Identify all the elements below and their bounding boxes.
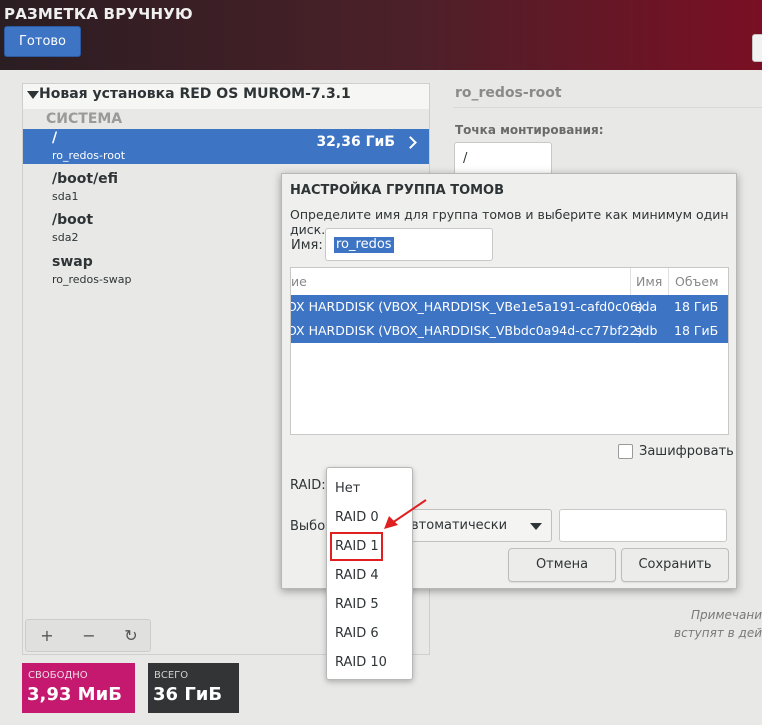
raid-label: RAID: — [290, 478, 326, 493]
disk-name: sda — [635, 299, 658, 314]
mount-name: / — [52, 130, 58, 146]
mount-size: 32,36 ГиБ — [316, 134, 395, 150]
mount-toolbar: + − ↻ — [25, 619, 151, 652]
raid-option-none[interactable]: Нет — [335, 481, 360, 496]
mount-point-label: Точка монтирования: — [455, 123, 604, 137]
chevron-down-icon — [530, 523, 542, 530]
raid-option-10[interactable]: RAID 10 — [335, 655, 387, 670]
disk-table[interactable]: ие Имя Объем OX HARDDISK (VBOX_HARDDISK_… — [290, 267, 729, 435]
mount-device: sda1 — [52, 190, 79, 203]
selected-device-title: ro_redos-root — [455, 85, 562, 101]
size-input[interactable] — [559, 509, 727, 542]
table-row[interactable]: OX HARDDISK (VBOX_HARDDISK_VBbdc0a94d-cc… — [291, 319, 728, 343]
disk-size: 18 ГиБ — [674, 323, 719, 338]
total-space-value: 36 ГиБ — [153, 684, 223, 705]
free-space-label: СВОБОДНО — [28, 670, 88, 681]
name-value: ro_redos — [334, 237, 394, 253]
volume-group-name-input[interactable]: ro_redos — [325, 228, 493, 261]
raid1-highlight-box — [330, 532, 383, 561]
free-space-value: 3,93 МиБ — [27, 684, 122, 705]
column-header-description[interactable]: ие — [291, 268, 631, 295]
note-line: Примечани — [691, 608, 762, 622]
disk-description: OX HARDDISK (VBOX_HARDDISK_VBbdc0a94d-cc… — [291, 323, 643, 338]
disk-description: OX HARDDISK (VBOX_HARDDISK_VBe1e5a191-ca… — [291, 299, 643, 314]
remove-mount-button[interactable]: − — [68, 620, 110, 651]
disk-name: sdb — [635, 323, 658, 338]
changes-note: Примечани вступят в дей — [640, 606, 762, 642]
column-header-size[interactable]: Объем — [669, 268, 728, 295]
expand-arrow-icon[interactable] — [27, 91, 39, 99]
total-space-label: ВСЕГО — [154, 670, 189, 681]
save-button[interactable]: Сохранить — [621, 548, 729, 582]
done-button[interactable]: Готово — [4, 26, 81, 57]
mount-name: swap — [52, 254, 93, 270]
note-line: вступят в дей — [674, 626, 762, 640]
name-label: Имя: — [291, 238, 323, 253]
raid-option-5[interactable]: RAID 5 — [335, 597, 379, 612]
header-bar: РАЗМЕТКА ВРУЧНУЮ Готово — [0, 0, 762, 70]
encrypt-checkbox[interactable] — [618, 444, 633, 459]
mount-name: /boot/efi — [52, 171, 119, 187]
refresh-icon[interactable]: ↻ — [110, 620, 152, 651]
column-header-name[interactable]: Имя — [631, 268, 669, 295]
dialog-title: НАСТРОЙКА ГРУППА ТОМОВ — [290, 183, 505, 198]
mount-point-input[interactable]: / — [454, 142, 552, 175]
raid-option-4[interactable]: RAID 4 — [335, 568, 379, 583]
installation-tree-header[interactable]: Новая установка RED OS MUROM-7.3.1 — [23, 84, 429, 109]
chevron-right-icon — [404, 136, 417, 149]
free-space-box: СВОБОДНО 3,93 МиБ — [22, 663, 135, 713]
raid-option-0[interactable]: RAID 0 — [335, 510, 379, 525]
mount-name: /boot — [52, 212, 94, 228]
mount-device: ro_redos-root — [52, 149, 126, 162]
mount-row-root[interactable]: / ro_redos-root 32,36 ГиБ — [23, 129, 429, 164]
system-section-label: СИСТЕМА — [46, 111, 123, 127]
mount-device: ro_redos-swap — [52, 273, 132, 286]
installation-title: Новая установка RED OS MUROM-7.3.1 — [39, 86, 351, 102]
table-row[interactable]: OX HARDDISK (VBOX_HARDDISK_VBe1e5a191-ca… — [291, 295, 728, 319]
keyboard-layout-button[interactable] — [752, 34, 762, 62]
encrypt-label[interactable]: Зашифровать — [639, 444, 734, 459]
add-mount-button[interactable]: + — [26, 620, 68, 651]
page-title: РАЗМЕТКА ВРУЧНУЮ — [4, 5, 193, 23]
mount-device: sda2 — [52, 231, 79, 244]
raid-option-6[interactable]: RAID 6 — [335, 626, 379, 641]
total-space-box: ВСЕГО 36 ГиБ — [148, 663, 239, 713]
divider — [453, 107, 762, 108]
disk-size: 18 ГиБ — [674, 299, 719, 314]
cancel-button[interactable]: Отмена — [508, 548, 616, 582]
red-arrow-icon — [384, 499, 427, 529]
